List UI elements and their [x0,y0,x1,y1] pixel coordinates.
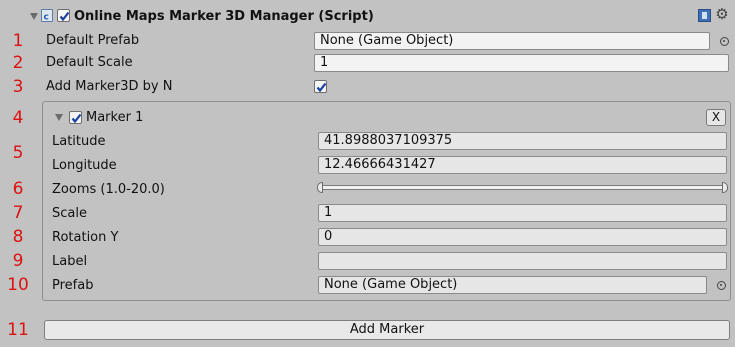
row-number: 5 [12,143,24,163]
row-number: 8 [12,227,24,247]
marker-foldout-arrow-icon[interactable] [55,114,63,121]
zoom-max-handle[interactable] [722,182,728,193]
foldout-arrow-icon[interactable] [30,13,38,20]
component-title: Online Maps Marker 3D Manager (Script) [74,9,374,24]
add-by-n-label: Add Marker3D by N [46,79,173,94]
default-scale-field[interactable]: 1 [314,54,729,72]
row-number: 9 [12,251,24,271]
row-number: 7 [12,203,24,223]
row-number: 11 [7,320,29,340]
object-picker-icon[interactable] [717,281,726,290]
latitude-field[interactable]: 41.8988037109375 [318,132,727,150]
rotation-y-field[interactable]: 0 [318,228,727,246]
zoom-slider-track [320,185,725,190]
row-number: 4 [12,108,24,128]
scale-label: Scale [52,206,87,221]
rotation-y-label: Rotation Y [52,230,119,245]
component-header: c Online Maps Marker 3D Manager (Script)… [0,0,735,26]
object-picker-icon[interactable] [720,37,729,46]
row-number: 1 [12,31,24,51]
latitude-label: Latitude [52,134,106,149]
script-icon: c [41,9,53,22]
label-field[interactable] [318,252,727,270]
zoom-range-slider[interactable] [317,182,728,194]
prefab-field[interactable]: None (Game Object) [318,276,707,294]
longitude-field[interactable]: 12.46666431427 [318,156,727,174]
prefab-label: Prefab [52,278,94,293]
label-label: Label [52,254,88,269]
add-by-n-checkbox[interactable] [314,80,327,93]
default-scale-label: Default Scale [46,55,133,70]
longitude-label: Longitude [52,158,117,173]
remove-marker-button[interactable]: X [706,109,726,126]
row-number: 6 [12,179,24,199]
row-number: 10 [7,275,29,295]
svg-text:c: c [44,13,49,22]
add-marker-button[interactable]: Add Marker [44,320,730,340]
scale-field[interactable]: 1 [318,204,727,222]
zooms-label: Zooms (1.0-20.0) [52,182,165,197]
help-book-icon[interactable] [698,9,711,22]
row-number: 3 [12,77,24,97]
row-number: 2 [12,53,24,73]
default-prefab-label: Default Prefab [46,33,140,48]
marker-panel [42,101,731,301]
zoom-min-handle[interactable] [317,182,323,193]
default-prefab-field[interactable]: None (Game Object) [314,32,710,50]
marker-title: Marker 1 [86,110,144,125]
component-enabled-checkbox[interactable] [57,9,70,22]
marker-enabled-checkbox[interactable] [69,111,82,124]
gear-icon[interactable]: ⚙ [714,6,730,22]
